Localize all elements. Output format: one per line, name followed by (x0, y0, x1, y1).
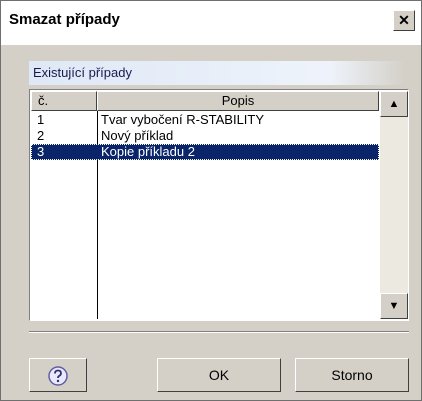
case-number: 1 (37, 112, 45, 127)
scroll-up-button[interactable]: ▲ (380, 91, 408, 117)
arrow-up-icon: ▲ (388, 98, 400, 110)
arrow-down-icon: ▼ (388, 300, 400, 312)
help-button[interactable] (29, 358, 87, 392)
title-bar[interactable]: Smazat případy ✕ (1, 1, 421, 45)
cases-list[interactable]: č. Popis 1 Tvar vybočení R-STABILITY 2 N… (29, 89, 409, 321)
existing-cases-group: Existující případy č. Popis 1 Tvar vyboč… (29, 61, 409, 323)
case-number: 3 (37, 144, 45, 159)
dialog-title: Smazat případy (9, 11, 120, 28)
table-row[interactable]: 2 Nový příklad (31, 128, 379, 144)
vertical-scrollbar[interactable]: ▲ ▼ (380, 91, 408, 319)
case-description: Tvar vybočení R-STABILITY (101, 112, 265, 127)
separator (29, 331, 409, 333)
cancel-button[interactable]: Storno (295, 358, 409, 392)
case-number: 2 (37, 128, 45, 143)
close-button[interactable]: ✕ (393, 10, 415, 31)
delete-cases-dialog: Smazat případy ✕ Existující případy č. P… (0, 0, 422, 401)
table-row[interactable]: 1 Tvar vybočení R-STABILITY (31, 112, 379, 128)
group-label: Existující případy (29, 61, 405, 85)
help-icon (48, 366, 68, 387)
close-icon: ✕ (398, 12, 410, 28)
case-description: Kopie příkladu 2 (101, 144, 195, 159)
scroll-down-button[interactable]: ▼ (380, 293, 408, 319)
column-header-number[interactable]: č. (31, 91, 97, 111)
ok-button[interactable]: OK (157, 358, 281, 392)
case-description: Nový příklad (101, 128, 174, 143)
column-header-description[interactable]: Popis (97, 91, 379, 111)
table-row-selected[interactable]: 3 Kopie příkladu 2 (31, 144, 379, 160)
